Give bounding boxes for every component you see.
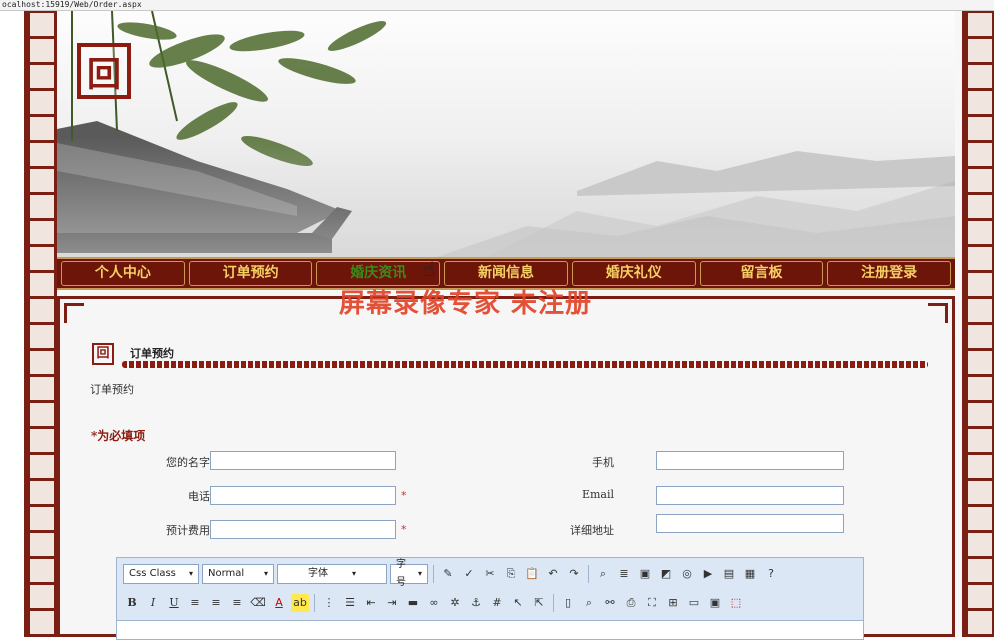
mobile-input[interactable] <box>656 451 844 470</box>
toolbar-separator <box>314 594 315 612</box>
section-subtitle: 订单预约 <box>90 383 134 396</box>
required-mark: * <box>401 523 407 536</box>
underline-button[interactable]: U <box>165 594 183 612</box>
address-label: 详细地址 <box>570 524 614 537</box>
left-fretwork-border <box>24 11 57 637</box>
copy-icon[interactable]: ⎘ <box>502 565 520 583</box>
cost-input[interactable] <box>210 520 396 539</box>
image-icon[interactable]: ▣ <box>636 565 654 583</box>
phone-input[interactable] <box>210 486 396 505</box>
ordered-list-icon[interactable]: ⋮ <box>320 594 338 612</box>
print-icon[interactable]: ⎙ <box>622 594 640 612</box>
unlink-icon[interactable]: ✲ <box>446 594 464 612</box>
toolbar-separator <box>588 565 589 583</box>
undo-icon[interactable]: ↶ <box>544 565 562 583</box>
content-panel: 回 订单预约 订单预约 *为必填项 您的名字 电话 * 预计费用 * 手机 Em… <box>57 296 955 640</box>
cost-label: 预计费用 <box>166 524 210 537</box>
nav-item-register-login[interactable]: 注册登录 <box>827 261 952 286</box>
corner-ornament <box>928 303 948 323</box>
recorder-watermark: 屏幕录像专家 未注册 <box>339 289 593 319</box>
required-mark: * <box>401 489 407 502</box>
email-label: Email <box>581 488 614 501</box>
bold-button[interactable]: B <box>123 594 141 612</box>
help-icon[interactable]: ? <box>762 565 780 583</box>
page-container: 回 个人中心 订单预约 婚庆资讯 新闻信息 婚庆礼仪 留言板 注册登录 ☝ 回 … <box>57 11 962 640</box>
name-label: 您的名字 <box>166 456 210 469</box>
right-fretwork-border <box>962 11 994 637</box>
italic-button[interactable]: I <box>144 594 162 612</box>
paste-icon[interactable]: 📋 <box>523 565 541 583</box>
document-icon[interactable]: ▤ <box>720 565 738 583</box>
section-icon: 回 <box>92 343 114 365</box>
flash-icon[interactable]: ◎ <box>678 565 696 583</box>
eraser-icon[interactable]: ⌫ <box>249 594 267 612</box>
grid-icon[interactable]: ⊞ <box>664 594 682 612</box>
image-edit-icon[interactable]: ◩ <box>657 565 675 583</box>
find-icon[interactable]: ⌕ <box>594 565 612 583</box>
form-icon[interactable]: ▦ <box>741 565 759 583</box>
toolbar-separator <box>433 565 434 583</box>
media-icon[interactable]: ▶ <box>699 565 717 583</box>
align-right-icon[interactable]: ≡ <box>228 594 246 612</box>
select-all-icon[interactable]: ⬚ <box>727 594 745 612</box>
new-document-icon[interactable]: ▯ <box>559 594 577 612</box>
font-select[interactable]: 字体 ▾ <box>277 564 387 584</box>
section-title: 订单预约 <box>130 347 174 360</box>
unordered-list-icon[interactable]: ☰ <box>341 594 359 612</box>
mobile-label: 手机 <box>592 456 614 469</box>
find-replace-icon[interactable]: ⚯ <box>601 594 619 612</box>
align-center-icon[interactable]: ≡ <box>207 594 225 612</box>
name-input[interactable] <box>210 451 396 470</box>
editor-toolbar-row-2: B I U ≡ ≡ ≡ ⌫ A ab ⋮ ☰ ⇤ ⇥ ▬ ∞ ✲ ⚓ # ↖ ⇱… <box>123 591 745 615</box>
required-note: *为必填项 <box>91 429 146 443</box>
editor-content-area[interactable] <box>117 620 863 639</box>
nav-item-message-board[interactable]: 留言板 <box>699 261 824 286</box>
layer-icon[interactable]: ▣ <box>706 594 724 612</box>
rich-text-editor: Css Class ▾ Normal ▾ 字体 ▾ 字号 ▾ ✎ ✓ ✂ ⎘ 📋 ↶ ↷… <box>116 557 864 640</box>
spellcheck-icon[interactable]: ✓ <box>460 565 478 583</box>
css-class-select[interactable]: Css Class ▾ <box>123 564 199 584</box>
cut-icon[interactable]: ✂ <box>481 565 499 583</box>
toolbar-separator <box>553 594 554 612</box>
link-icon[interactable]: ∞ <box>425 594 443 612</box>
nav-item-order[interactable]: 订单预约 <box>188 261 313 286</box>
frame-icon[interactable]: ▭ <box>685 594 703 612</box>
align-left-icon[interactable]: ≡ <box>186 594 204 612</box>
select-icon[interactable]: ⇱ <box>530 594 548 612</box>
mist-overlay <box>57 137 955 257</box>
anchor-icon[interactable]: ⚓ <box>467 594 485 612</box>
hand-cursor-icon: ☝ <box>423 257 436 281</box>
paragraph-select[interactable]: Normal ▾ <box>202 564 274 584</box>
address-input[interactable] <box>656 514 844 533</box>
wave-divider <box>122 361 928 368</box>
format-painter-icon[interactable]: ✎ <box>439 565 457 583</box>
email-input[interactable] <box>656 486 844 505</box>
indent-icon[interactable]: ⇥ <box>383 594 401 612</box>
nav-item-personal-center[interactable]: 个人中心 <box>61 261 185 286</box>
fullscreen-icon[interactable]: ⛶ <box>643 594 661 612</box>
redo-icon[interactable]: ↷ <box>565 565 583 583</box>
insert-point-icon[interactable]: ↖ <box>509 594 527 612</box>
template-icon[interactable]: ≣ <box>615 565 633 583</box>
highlight-icon[interactable]: ab <box>291 594 309 612</box>
table-icon[interactable]: # <box>488 594 506 612</box>
horizontal-rule-icon[interactable]: ▬ <box>404 594 422 612</box>
editor-toolbar-row-1: Css Class ▾ Normal ▾ 字体 ▾ 字号 ▾ ✎ ✓ ✂ ⎘ 📋 ↶ ↷… <box>123 559 780 588</box>
phone-label: 电话 <box>188 490 210 503</box>
font-color-icon[interactable]: A <box>270 594 288 612</box>
size-select[interactable]: 字号 ▾ <box>390 559 428 588</box>
outdent-icon[interactable]: ⇤ <box>362 594 380 612</box>
page-margin <box>0 11 24 637</box>
site-logo: 回 <box>77 43 131 99</box>
address-bar[interactable]: ocalhost:15919/Web/Order.aspx <box>0 0 994 11</box>
preview-icon[interactable]: ⌕ <box>580 594 598 612</box>
corner-ornament <box>64 303 84 323</box>
header-banner: 回 <box>57 11 955 257</box>
